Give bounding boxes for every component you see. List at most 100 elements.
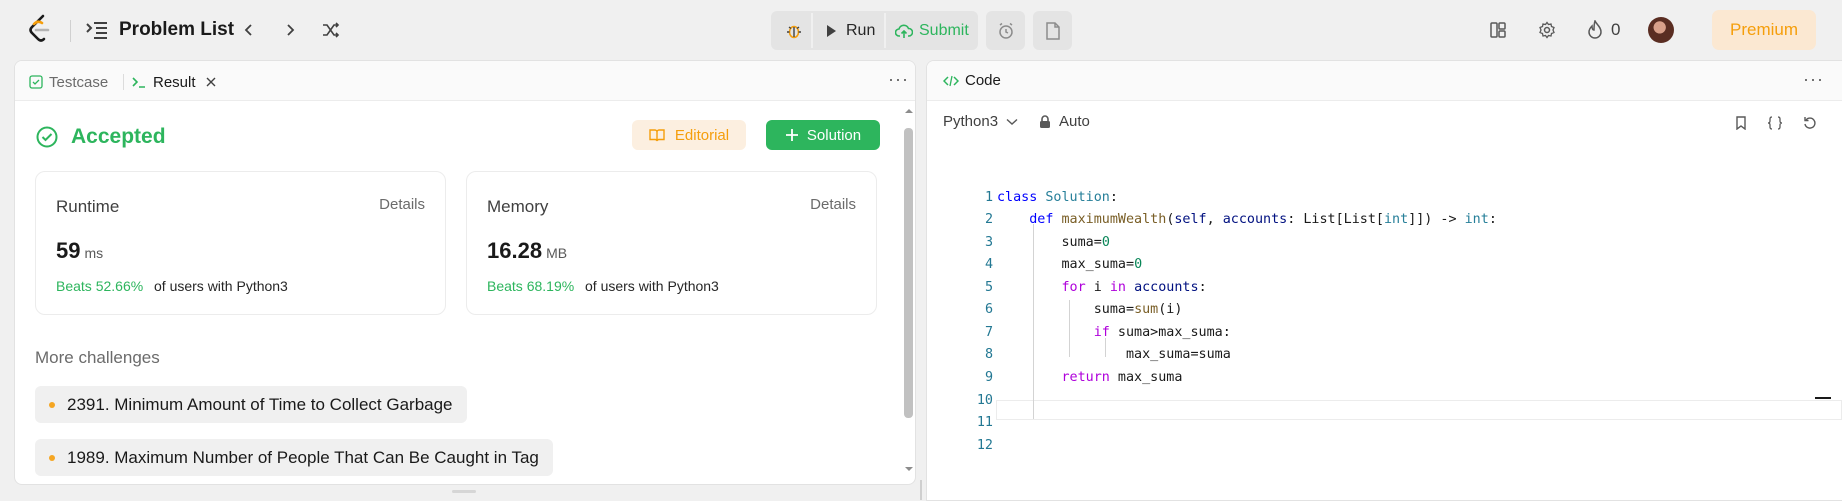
line-number: 8 xyxy=(984,347,993,362)
divider xyxy=(884,13,886,48)
scrollbar[interactable] xyxy=(901,106,913,476)
debug-icon[interactable] xyxy=(778,13,810,48)
terminal-icon xyxy=(132,77,145,88)
memory-value-row: 16.28 MB xyxy=(487,238,567,264)
layout-icon[interactable] xyxy=(1485,17,1511,43)
line-number: 6 xyxy=(984,302,993,317)
line-number: 7 xyxy=(984,325,993,340)
code-text: def maximumWealth(self, accounts: List[L… xyxy=(1029,212,1497,227)
result-panel: Testcase Result ··· Accepted Editorial S… xyxy=(14,60,916,485)
problem-list-title[interactable]: Problem List xyxy=(119,19,234,41)
code-text: max_suma=0 xyxy=(997,257,1143,272)
chevron-down-icon xyxy=(1006,118,1018,125)
line-number: 11 xyxy=(976,415,993,430)
resize-handle-vertical[interactable] xyxy=(920,480,922,500)
line-number: 3 xyxy=(984,235,993,250)
runtime-beats: Beats 52.66% xyxy=(56,278,144,294)
divider xyxy=(123,74,124,90)
status-row: Accepted xyxy=(35,125,166,149)
list-icon[interactable] xyxy=(84,18,110,42)
code-line[interactable]: 1 class Solution: xyxy=(927,190,1842,209)
more-options-icon[interactable]: ··· xyxy=(888,69,909,90)
line-number: 2 xyxy=(984,212,993,227)
submit-button[interactable]: Submit xyxy=(891,13,975,48)
chevron-left-icon[interactable] xyxy=(235,16,263,44)
fire-icon[interactable] xyxy=(1582,17,1608,43)
line-number: 10 xyxy=(976,393,993,408)
code-line[interactable]: 9 return max_suma xyxy=(927,370,1842,389)
code-text: class Solution: xyxy=(997,190,1118,205)
challenge-item[interactable]: 2391. Minimum Amount of Time to Collect … xyxy=(35,386,467,423)
scrollbar-thumb[interactable] xyxy=(904,128,913,418)
runtime-value-row: 59 ms xyxy=(56,238,103,264)
braces-icon[interactable] xyxy=(1765,113,1785,133)
code-line[interactable]: 5 for i in accounts: xyxy=(927,280,1842,299)
tab-testcase[interactable]: Testcase xyxy=(29,72,108,92)
editorial-label: Editorial xyxy=(674,126,730,144)
result-panel-header: Testcase Result ··· xyxy=(15,61,915,101)
premium-button[interactable]: Premium xyxy=(1712,10,1816,50)
reset-icon[interactable] xyxy=(1800,113,1820,133)
checkbox-icon xyxy=(29,75,43,89)
scroll-down-icon[interactable] xyxy=(903,464,915,474)
code-text: for i in accounts: xyxy=(1061,280,1207,295)
run-label: Run xyxy=(846,21,876,39)
tab-result-label: Result xyxy=(153,73,196,91)
tab-code[interactable]: Code xyxy=(943,72,1001,89)
shuffle-icon[interactable] xyxy=(317,16,345,44)
memory-beats: Beats 68.19% xyxy=(487,278,575,294)
bookmark-icon[interactable] xyxy=(1731,113,1751,133)
solution-label: Solution xyxy=(806,126,862,144)
runtime-beats-suffix: of users with Python3 xyxy=(154,278,288,294)
code-line[interactable]: 4 max_suma=0 xyxy=(927,257,1842,276)
code-text: suma=0 xyxy=(997,235,1110,250)
check-circle-icon xyxy=(36,126,58,148)
tab-result[interactable]: Result xyxy=(131,72,218,92)
line-number: 5 xyxy=(984,280,993,295)
code-icon xyxy=(943,75,959,86)
resize-handle[interactable] xyxy=(452,490,476,493)
code-text: return max_suma xyxy=(1061,370,1183,385)
run-button[interactable]: Run xyxy=(818,13,884,48)
language-label: Python3 xyxy=(943,113,999,130)
editorial-button[interactable]: Editorial xyxy=(632,120,746,150)
challenge-title: 1989. Maximum Number of People That Can … xyxy=(67,447,539,467)
gear-icon[interactable] xyxy=(1534,17,1560,43)
auto-mode[interactable]: Auto xyxy=(1039,113,1090,130)
submit-label: Submit xyxy=(919,21,969,39)
avatar[interactable] xyxy=(1648,17,1674,43)
overview-ruler-marker xyxy=(1815,397,1831,399)
challenge-title: 2391. Minimum Amount of Time to Collect … xyxy=(67,394,453,414)
memory-details-link[interactable]: Details xyxy=(810,196,856,213)
code-line[interactable]: 11 xyxy=(927,415,1842,434)
tab-testcase-label: Testcase xyxy=(49,73,109,91)
challenge-item[interactable]: 1989. Maximum Number of People That Can … xyxy=(35,439,553,476)
alarm-icon[interactable] xyxy=(986,11,1025,50)
solution-button[interactable]: Solution xyxy=(766,120,880,150)
code-text: suma=sum(i) xyxy=(997,302,1183,317)
code-line[interactable]: 12 xyxy=(927,438,1842,457)
plus-icon xyxy=(785,129,798,141)
chevron-right-icon[interactable] xyxy=(276,16,304,44)
leetcode-logo[interactable] xyxy=(26,14,54,46)
scroll-up-icon[interactable] xyxy=(903,106,915,116)
language-select[interactable]: Python3 xyxy=(943,113,1018,130)
lock-icon xyxy=(1040,114,1050,128)
code-line[interactable]: 6 suma=sum(i) xyxy=(927,302,1842,321)
code-line[interactable]: 7 if suma>max_suma: xyxy=(927,325,1842,344)
divider xyxy=(70,20,71,42)
code-line[interactable]: 3 suma=0 xyxy=(927,235,1842,254)
more-options-icon[interactable]: ··· xyxy=(1803,69,1824,90)
code-text: if suma>max_suma: xyxy=(1093,325,1231,340)
bullet-dot xyxy=(49,454,55,461)
note-icon[interactable] xyxy=(1033,11,1072,50)
runtime-details-link[interactable]: Details xyxy=(379,196,425,213)
runtime-card[interactable]: Runtime Details 59 ms Beats 52.66% of use… xyxy=(35,171,446,315)
code-line[interactable]: 10 xyxy=(927,393,1842,412)
line-number: 4 xyxy=(984,257,993,272)
code-line[interactable]: 2 def maximumWealth(self, accounts: List… xyxy=(927,212,1842,231)
memory-card[interactable]: Memory Details 16.28 MB Beats 68.19% of u… xyxy=(466,171,877,315)
close-icon[interactable] xyxy=(204,75,218,89)
line-number: 1 xyxy=(984,190,993,205)
code-line[interactable]: 8 max_suma=suma xyxy=(927,347,1842,366)
